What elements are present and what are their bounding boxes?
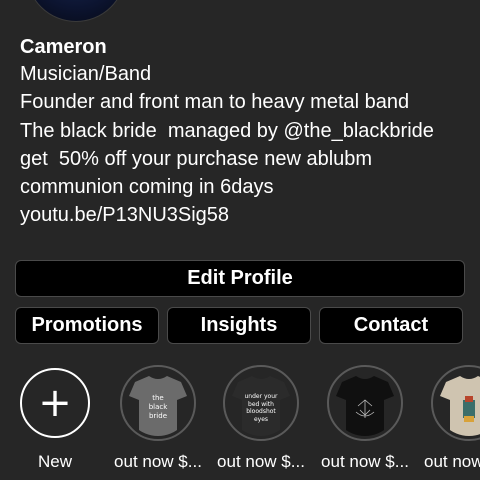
insights-button[interactable]: Insights xyxy=(167,307,311,344)
profile-category: Musician/Band xyxy=(20,63,152,85)
highlight-thumbnail xyxy=(332,370,398,436)
bio-line: get 50% off your purchase new ablubm xyxy=(20,147,373,170)
highlight-ring[interactable]: the black bride xyxy=(120,365,196,441)
highlight-caption: out now $... xyxy=(321,452,409,471)
new-highlight[interactable]: + New xyxy=(10,365,100,472)
highlight-caption: out now $... xyxy=(217,452,305,471)
bio-line: Founder and front man to heavy metal ban… xyxy=(20,91,410,114)
story-highlight[interactable]: under your bed with bloodshot eyes out n… xyxy=(216,365,306,472)
highlight-ring[interactable]: under your bed with bloodshot eyes xyxy=(223,365,299,441)
story-highlight[interactable]: out now $... xyxy=(320,365,410,472)
bio-line: communion coming in 6days xyxy=(20,176,274,199)
highlight-thumbnail xyxy=(436,370,480,436)
bio-line[interactable]: The black bride managed by @the_blackbri… xyxy=(20,117,468,145)
highlight-caption: out now $... xyxy=(114,452,202,471)
story-highlight[interactable]: the black bride out now $... xyxy=(113,365,203,472)
profile-avatar[interactable] xyxy=(26,0,126,22)
bio-link[interactable]: youtu.be/P13NU3Sig58 xyxy=(20,201,468,229)
shirt-print-text: the black bride xyxy=(148,394,168,420)
profile-name: Cameron xyxy=(20,36,107,58)
shirt-icon xyxy=(440,376,480,436)
edit-profile-button[interactable]: Edit Profile xyxy=(15,260,465,297)
story-highlight[interactable]: out now xyxy=(424,365,480,472)
profile-bio: Cameron Musician/Band Founder and front … xyxy=(20,34,468,230)
shirt-icon xyxy=(336,376,394,436)
highlight-thumbnail: under your bed with bloodshot eyes xyxy=(228,370,294,436)
plus-icon: + xyxy=(38,380,72,426)
highlight-thumbnail: the black bride xyxy=(125,370,191,436)
new-highlight-label: New xyxy=(37,452,72,471)
promotions-button[interactable]: Promotions xyxy=(15,307,159,344)
shirt-print-text: under your bed with bloodshot eyes xyxy=(244,393,278,423)
contact-button[interactable]: Contact xyxy=(319,307,463,344)
new-highlight-ring[interactable]: + xyxy=(20,368,90,438)
highlight-ring[interactable] xyxy=(327,365,403,441)
highlight-ring[interactable] xyxy=(431,365,480,441)
highlight-caption: out now xyxy=(424,452,480,471)
